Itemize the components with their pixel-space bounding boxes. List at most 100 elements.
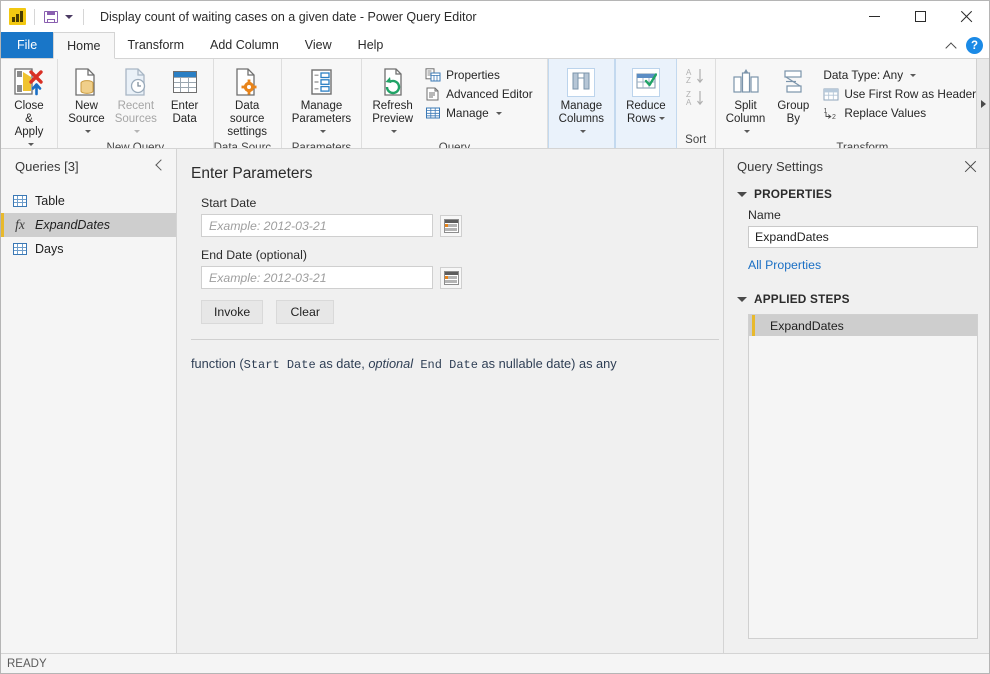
signature-optional-keyword: optional	[368, 356, 414, 371]
sort-ascending-button[interactable]: A Z	[682, 65, 710, 87]
queries-pane: Queries [3] Table fx ExpandDates Days	[1, 149, 177, 653]
data-type-button[interactable]: Data Type: Any	[820, 66, 989, 84]
data-source-settings-button[interactable]: Data source settings	[219, 63, 276, 139]
ribbon-group-data-sources: Data source settings Data Sourc...	[214, 59, 282, 148]
use-first-row-as-headers-label: Use First Row as Headers	[844, 87, 983, 101]
maximize-button[interactable]	[897, 1, 943, 32]
status-text: READY	[7, 657, 47, 670]
tab-transform[interactable]: Transform	[115, 32, 198, 58]
query-settings-pane: Query Settings PROPERTIES Name All Prope…	[724, 149, 989, 653]
end-date-calendar-button[interactable]	[440, 266, 462, 289]
manage-parameters-label: Manage Parameters	[292, 100, 351, 139]
tab-add-column[interactable]: Add Column	[197, 32, 292, 58]
end-date-row	[201, 266, 723, 289]
ribbon-tab-strip: File Home Transform Add Column View Help…	[1, 32, 989, 59]
manage-icon	[426, 107, 441, 119]
chevron-down-icon	[84, 130, 91, 134]
split-column-icon	[731, 66, 761, 98]
invoke-button[interactable]: Invoke	[201, 300, 264, 324]
query-name-input[interactable]	[748, 226, 978, 248]
close-and-apply-label: Close & Apply	[11, 100, 47, 148]
tab-home[interactable]: Home	[53, 32, 115, 59]
replace-values-button[interactable]: 1 2 Replace Values	[820, 104, 989, 122]
svg-text:2: 2	[832, 114, 836, 120]
svg-text:A: A	[686, 98, 692, 107]
properties-button[interactable]: Properties	[422, 66, 538, 84]
replace-values-label: Replace Values	[844, 106, 927, 120]
query-item-label: ExpandDates	[35, 218, 111, 232]
chevron-down-icon	[391, 130, 398, 134]
chevron-up-icon[interactable]	[946, 40, 957, 51]
signature-param-2: End Date	[413, 358, 478, 372]
tab-file[interactable]: File	[1, 32, 54, 58]
use-first-row-as-headers-button[interactable]: Use First Row as Headers	[820, 85, 989, 103]
group-by-button[interactable]: Group By	[770, 63, 816, 126]
quick-access-toolbar	[1, 8, 92, 25]
tab-strip-right-controls: ?	[946, 32, 983, 59]
properties-section-header[interactable]: PROPERTIES	[724, 183, 989, 205]
toolbar-divider	[83, 8, 84, 25]
manage-label: Manage	[446, 106, 489, 120]
reduce-rows-button[interactable]: Reduce Rows	[621, 63, 671, 126]
query-item-label: Days	[35, 242, 64, 256]
query-small-buttons: Properties Advanced Editor Manage	[418, 63, 542, 122]
group-by-label: Group By	[777, 100, 810, 125]
signature-param-1-type: as date,	[315, 356, 369, 371]
ribbon-group-label-query: Query	[438, 141, 471, 149]
close-and-apply-button[interactable]: Close & Apply	[6, 63, 52, 148]
ribbon-group-close: Close & Apply Close	[1, 59, 58, 148]
window-controls	[851, 1, 989, 32]
ribbon-group-label-reduce-rows	[616, 131, 676, 148]
sort-descending-button[interactable]: Z A	[682, 87, 710, 109]
manage-parameters-icon	[307, 66, 335, 98]
help-icon[interactable]: ?	[966, 37, 983, 54]
query-item-table[interactable]: Table	[1, 189, 176, 213]
end-date-input[interactable]	[201, 266, 433, 289]
query-item-expanddates[interactable]: fx ExpandDates	[1, 213, 176, 237]
tab-help[interactable]: Help	[345, 32, 397, 58]
enter-data-button[interactable]: Enter Data	[162, 63, 208, 126]
advanced-editor-button[interactable]: Advanced Editor	[422, 85, 538, 103]
refresh-preview-button[interactable]: Refresh Preview	[367, 63, 418, 139]
enter-parameters-form: Enter Parameters Start Date Example: 201…	[177, 149, 723, 324]
manage-button[interactable]: Manage	[422, 104, 538, 122]
manage-columns-button[interactable]: Manage Columns	[554, 63, 609, 139]
split-column-button[interactable]: Split Column	[721, 63, 771, 139]
enter-data-icon	[172, 66, 197, 98]
queries-list: Table fx ExpandDates Days	[1, 183, 176, 653]
properties-label: Properties	[446, 68, 500, 82]
chevron-down-icon	[134, 130, 141, 134]
chevron-down-icon[interactable]	[65, 14, 73, 19]
scroll-right-arrow-icon[interactable]	[976, 59, 989, 148]
applied-step-label: ExpandDates	[770, 318, 844, 333]
queries-pane-header: Queries [3]	[1, 149, 176, 183]
reduce-rows-icon	[631, 66, 660, 98]
save-icon[interactable]	[43, 9, 59, 25]
applied-steps-section-label: APPLIED STEPS	[754, 292, 850, 306]
ribbon-group-label-parameters: Parameters	[291, 141, 352, 149]
ribbon-group-label-new-query: New Query	[106, 141, 165, 149]
query-settings-title: Query Settings	[737, 158, 823, 174]
recent-sources-button[interactable]: Recent Sources	[110, 63, 162, 139]
name-label: Name	[748, 208, 781, 222]
start-date-calendar-button[interactable]	[440, 214, 462, 237]
form-actions: Invoke Clear	[191, 300, 723, 324]
chevron-left-icon[interactable]	[154, 159, 166, 171]
close-button[interactable]	[943, 1, 989, 32]
ribbon-group-label-manage-columns	[549, 139, 614, 148]
table-icon	[13, 243, 27, 255]
tab-view[interactable]: View	[292, 32, 345, 58]
minimize-button[interactable]	[851, 1, 897, 32]
query-item-days[interactable]: Days	[1, 237, 176, 261]
new-source-icon	[72, 66, 100, 98]
start-date-row	[201, 214, 723, 237]
start-date-input[interactable]	[201, 214, 433, 237]
close-icon[interactable]	[964, 160, 977, 173]
new-source-button[interactable]: New Source	[63, 63, 110, 139]
applied-steps-section-header[interactable]: APPLIED STEPS	[724, 288, 989, 310]
close-icon	[960, 10, 973, 23]
manage-parameters-button[interactable]: Manage Parameters	[287, 63, 356, 139]
clear-button[interactable]: Clear	[276, 300, 335, 324]
applied-step-item[interactable]: ExpandDates	[749, 315, 977, 336]
all-properties-link[interactable]: All Properties	[748, 258, 821, 272]
